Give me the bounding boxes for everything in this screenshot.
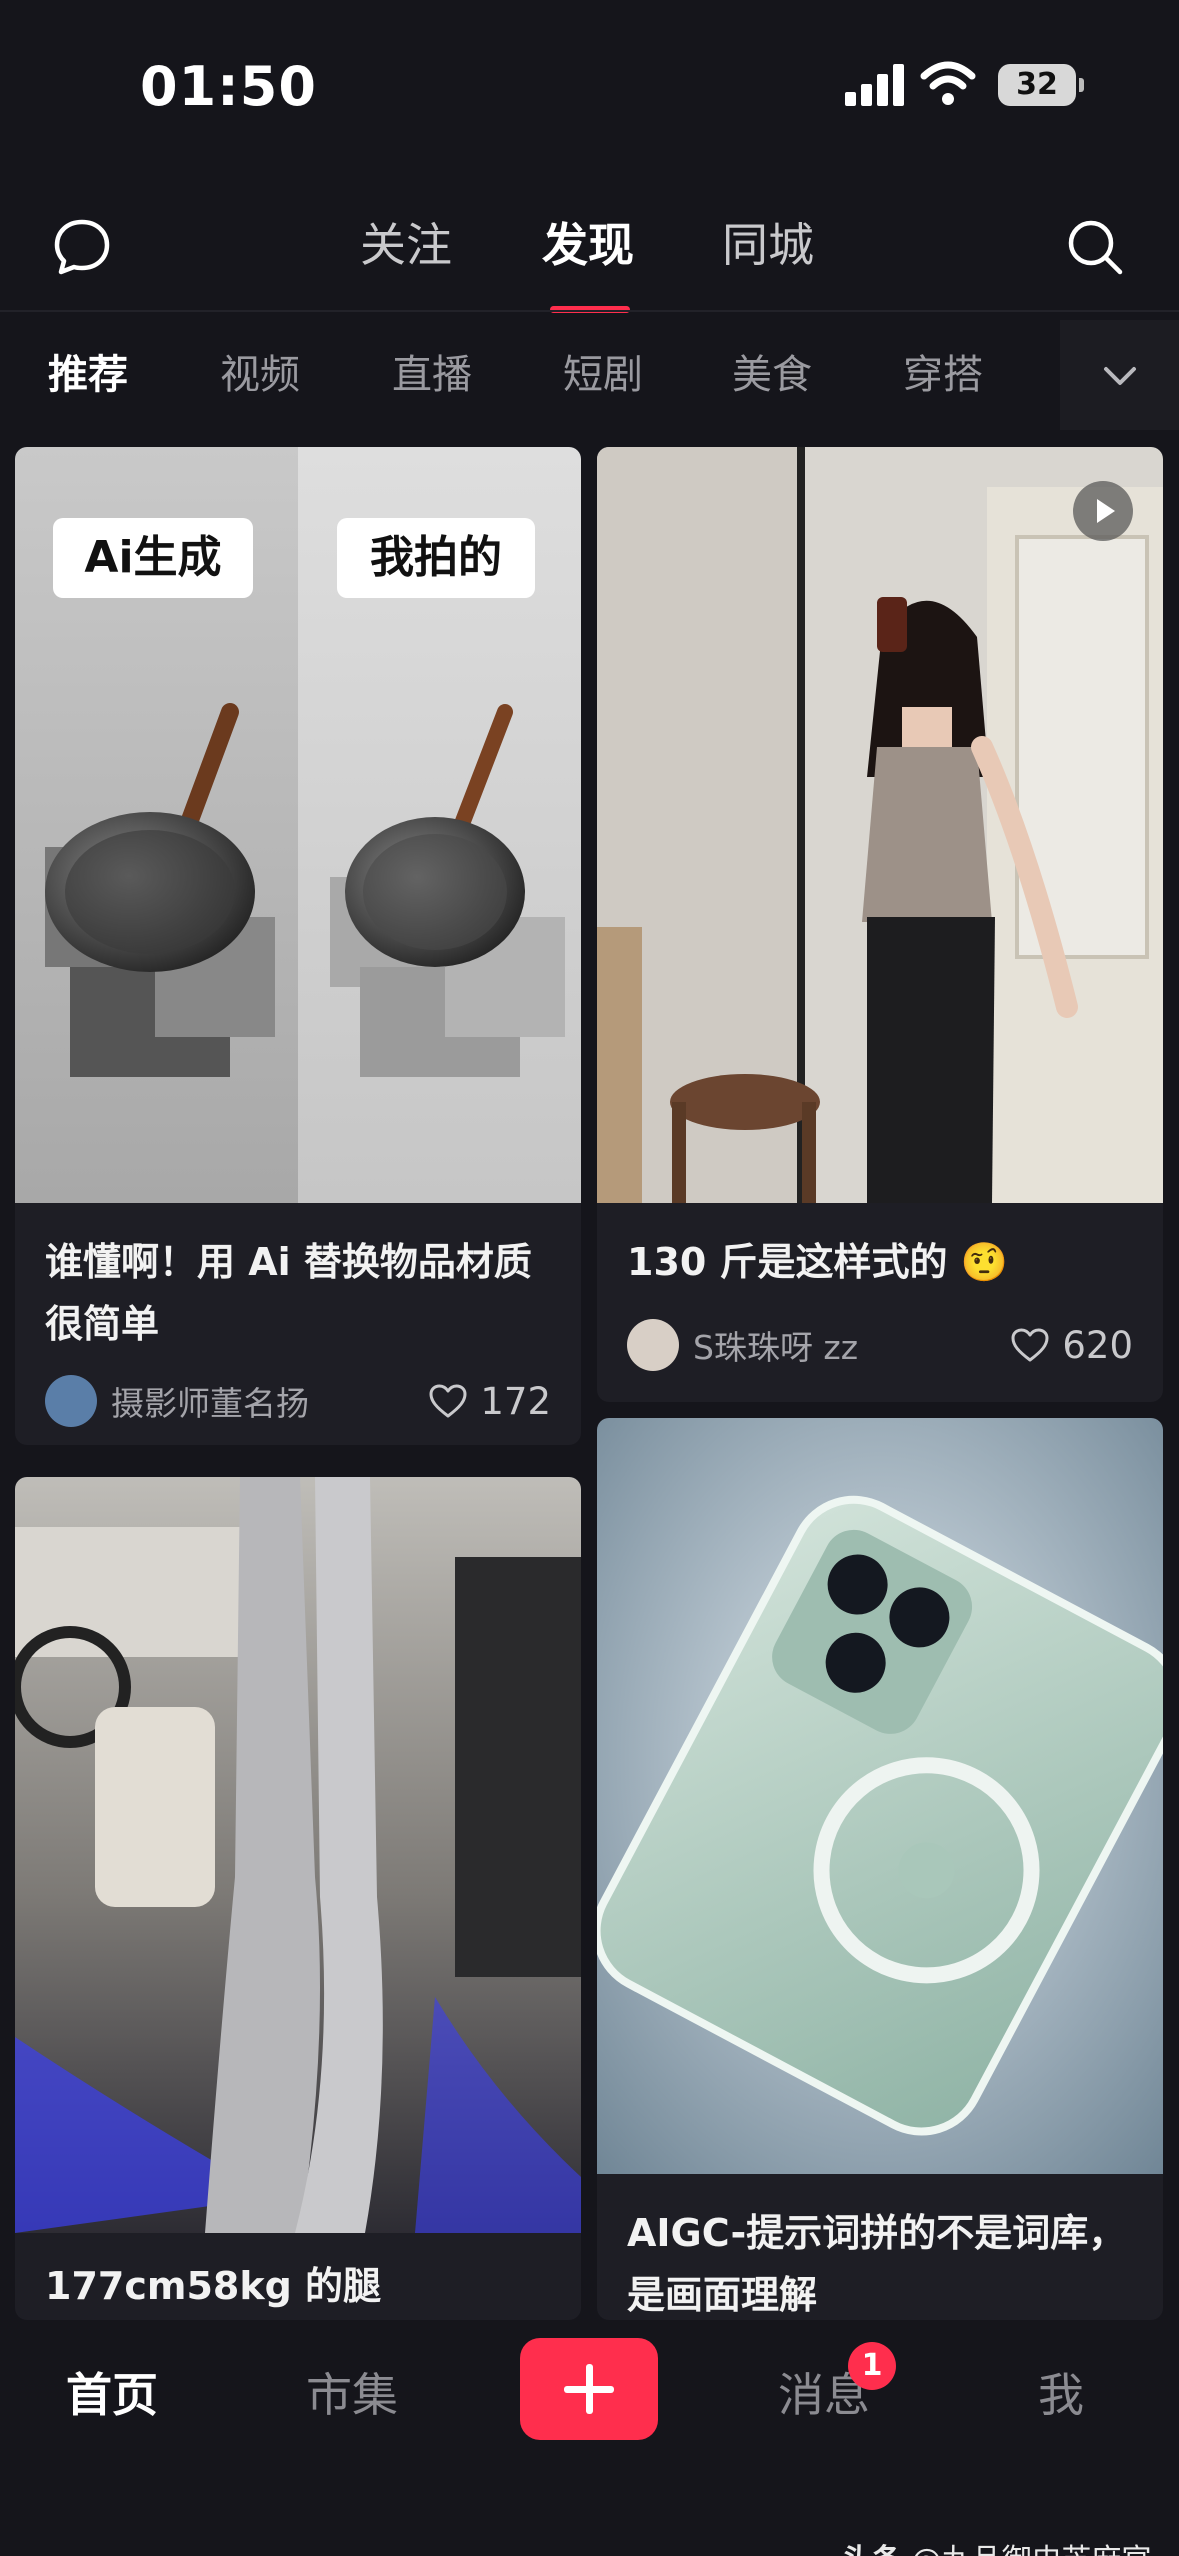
- category-recommend[interactable]: 推荐: [48, 345, 128, 405]
- like-button[interactable]: 172: [428, 1373, 551, 1429]
- tab-follow[interactable]: 关注: [360, 215, 452, 275]
- card-title: AIGC-提示词拼的不是词库，是画面理解: [627, 2211, 1127, 2317]
- signal-icon: [845, 64, 905, 106]
- category-live[interactable]: 直播: [392, 345, 472, 405]
- card-image: [597, 1418, 1163, 2174]
- chevron-down-icon: [1104, 367, 1136, 385]
- watermark-handle: @九品御史芝麻官: [912, 2543, 1152, 2556]
- card-author[interactable]: S珠珠呀 zz: [627, 1317, 858, 1373]
- image-label-ai: Ai生成: [53, 518, 253, 598]
- card-image: Ai生成 我拍的: [15, 447, 581, 1203]
- feed-card[interactable]: Ai生成 我拍的 谁懂啊！用 Ai 替换物品材质很简单 摄影师董名扬 172: [15, 447, 581, 1445]
- category-bar: 推荐 视频 直播 短剧 美食 穿搭: [0, 320, 1179, 430]
- like-count: 620: [1062, 1323, 1133, 1367]
- tab-discover[interactable]: 发现: [542, 215, 634, 275]
- feed-card[interactable]: 177cm58kg 的腿: [15, 1477, 581, 2320]
- like-button[interactable]: 620: [1010, 1317, 1133, 1373]
- nav-market[interactable]: 市集: [306, 2355, 398, 2435]
- wifi-icon: [920, 61, 976, 105]
- category-more-button[interactable]: [1060, 320, 1179, 430]
- top-nav: 关注 发现 同城: [0, 190, 1179, 313]
- card-title: 谁懂啊！用 Ai 替换物品材质很简单: [45, 1240, 532, 1346]
- feed-card[interactable]: 130 斤是这样式的 🤨 S珠珠呀 zz 620: [597, 447, 1163, 1402]
- watermark: 头条 @九品御史芝麻官: [842, 2535, 1152, 2556]
- divider: [0, 310, 1179, 312]
- message-badge: 1: [848, 2342, 896, 2390]
- card-image: [597, 447, 1163, 1203]
- feed-card[interactable]: AIGC-提示词拼的不是词库，是画面理解: [597, 1418, 1163, 2320]
- avatar: [45, 1375, 97, 1427]
- nav-me[interactable]: 我: [1038, 2355, 1084, 2435]
- like-count: 172: [480, 1379, 551, 1423]
- category-video[interactable]: 视频: [220, 345, 300, 405]
- author-name: 摄影师董名扬: [111, 1384, 309, 1423]
- card-title: 177cm58kg 的腿: [45, 2264, 382, 2308]
- status-time: 01:50: [140, 55, 317, 118]
- top-tabs: 关注 发现 同城: [0, 215, 1179, 313]
- tab-nearby[interactable]: 同城: [722, 215, 814, 275]
- category-outfit[interactable]: 穿搭: [903, 345, 983, 405]
- plus-icon[interactable]: [520, 2338, 658, 2440]
- image-label-mine: 我拍的: [337, 518, 535, 598]
- play-icon: [1073, 481, 1133, 541]
- search-icon[interactable]: [1065, 217, 1125, 277]
- heart-icon: [429, 1384, 467, 1418]
- card-title: 130 斤是这样式的 🤨: [627, 1240, 1009, 1284]
- battery-icon: 32: [998, 64, 1084, 106]
- category-food[interactable]: 美食: [732, 345, 812, 405]
- author-name: S珠珠呀 zz: [693, 1328, 859, 1367]
- nav-home[interactable]: 首页: [66, 2355, 158, 2435]
- avatar: [627, 1319, 679, 1371]
- bottom-nav: 首页 市集 消息 1 我: [0, 2320, 1179, 2556]
- heart-icon: [1011, 1328, 1049, 1362]
- status-bar: 01:50 32: [0, 0, 1179, 170]
- category-short-drama[interactable]: 短剧: [563, 345, 643, 405]
- card-author[interactable]: 摄影师董名扬: [45, 1373, 309, 1429]
- card-image: [15, 1477, 581, 2233]
- watermark-prefix: 头条: [842, 2543, 902, 2556]
